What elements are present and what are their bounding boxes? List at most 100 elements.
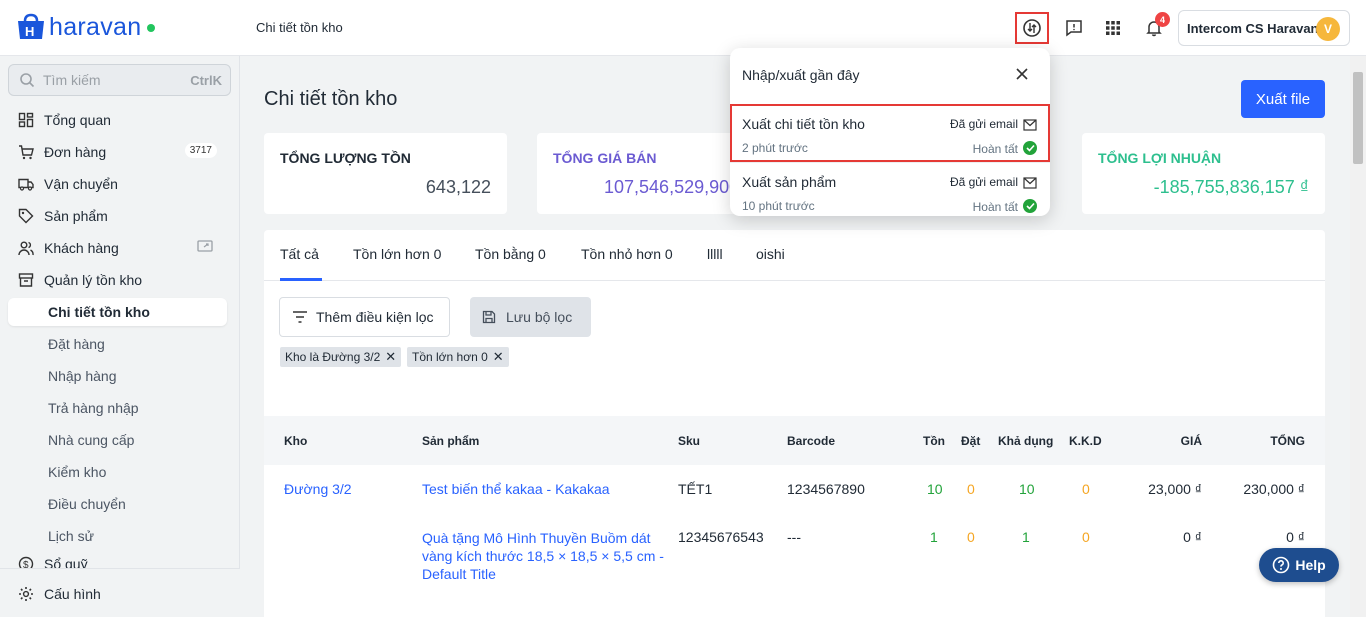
external-screen-icon[interactable] (197, 240, 213, 257)
sidebar-item-label: Quản lý tồn kho (44, 272, 143, 288)
scrollbar[interactable] (1350, 56, 1366, 617)
tab-stock-positive[interactable]: Tồn lớn hơn 0 (353, 246, 441, 262)
notification-badge: 4 (1155, 12, 1170, 27)
stat-card-total-profit: TỔNG LỢI NHUẬN -185,755,836,157 ₫ (1082, 133, 1325, 214)
card-label: TỔNG LƯỢNG TỒN (280, 150, 411, 166)
save-filter-button[interactable]: Lưu bộ lọc (470, 297, 591, 337)
sidebar-item-label: Cấu hình (44, 586, 101, 602)
stat-card-total-stock: TỔNG LƯỢNG TỒN 643,122 (264, 133, 507, 214)
sidebar-item-overview[interactable]: Tổng quan (8, 106, 227, 134)
stat-card-total-price: TỔNG GIÁ BÁN 107,546,529,900 (537, 133, 737, 214)
haravan-logo[interactable]: H haravan (15, 12, 156, 42)
product-link[interactable]: Quà tặng Mô Hình Thuyền Buồm dát vàng kí… (422, 529, 667, 583)
active-tab-indicator (280, 278, 322, 281)
search-input[interactable]: Tìm kiếm CtrlK (8, 64, 231, 96)
svg-text:H: H (25, 24, 34, 39)
apps-grid-icon[interactable] (1099, 14, 1127, 42)
column-header[interactable]: GIÁ (1181, 434, 1202, 448)
haravan-logo-icon: H (15, 12, 47, 42)
column-header[interactable]: K.K.D (1069, 434, 1102, 448)
avatar: V (1316, 17, 1340, 41)
sidebar-subitem-stocktake[interactable]: Kiểm kho (8, 458, 227, 486)
column-header[interactable]: Sku (678, 434, 700, 448)
price-cell: 0 ₫ (1183, 529, 1202, 545)
column-header[interactable]: Sản phẩm (422, 434, 479, 448)
warehouse-link[interactable]: Đường 3/2 (284, 481, 352, 497)
tab-stock-negative[interactable]: Tồn nhỏ hơn 0 (581, 246, 673, 262)
filter-chip-label: Kho là Đường 3/2 (285, 350, 381, 364)
column-header[interactable]: Barcode (787, 434, 835, 448)
sidebar-item-products[interactable]: Sản phẩm (8, 202, 227, 230)
tab-custom-1[interactable]: lllll (707, 246, 723, 262)
sidebar-subitem-history[interactable]: Lịch sử (8, 522, 227, 550)
scrollbar-thumb[interactable] (1353, 72, 1363, 164)
breadcrumb-title: Chi tiết tồn kho (256, 20, 343, 35)
column-header[interactable]: TỔNG (1270, 434, 1305, 448)
sidebar-item-shipping[interactable]: Vận chuyển (8, 170, 227, 198)
gear-icon (18, 586, 34, 602)
export-job-item[interactable]: Xuất sản phẩm 10 phút trước Đã gửi email… (730, 162, 1050, 220)
page-title: Chi tiết tồn kho (264, 88, 398, 110)
inventory-icon (18, 272, 34, 288)
feedback-icon[interactable] (1060, 14, 1088, 42)
orders-count-badge: 3717 (184, 143, 217, 158)
sidebar-subitem-return[interactable]: Trả hàng nhập (8, 394, 227, 422)
sidebar-item-label: Đơn hàng (44, 144, 107, 160)
mail-icon (1023, 176, 1037, 192)
save-icon (482, 310, 496, 324)
column-header[interactable]: Đặt (961, 434, 980, 448)
close-icon[interactable]: ✕ (385, 349, 396, 365)
export-file-button[interactable]: Xuất file (1241, 80, 1325, 118)
tab-stock-zero[interactable]: Tồn bằng 0 (475, 246, 546, 262)
tab-all[interactable]: Tất cả (280, 246, 319, 262)
sidebar-subitem-receive[interactable]: Nhập hàng (8, 362, 227, 390)
highlight-box (1015, 12, 1049, 44)
unavailable-cell: 0 (1082, 481, 1090, 497)
add-filter-label: Thêm điều kiện lọc (316, 309, 434, 325)
filter-chip: Kho là Đường 3/2 ✕ (280, 347, 402, 367)
card-value: 643,122 (425, 177, 491, 197)
sidebar-item-orders[interactable]: Đơn hàng 3717 (8, 138, 227, 166)
close-icon[interactable] (1014, 66, 1030, 82)
sidebar-item-label: Sản phẩm (44, 208, 108, 224)
column-header[interactable]: Tồn (923, 434, 945, 448)
sidebar-item-settings[interactable]: Cấu hình (8, 580, 227, 608)
help-button[interactable]: Help (1259, 548, 1339, 582)
inventory-panel: Tất cả Tồn lớn hơn 0 Tồn bằng 0 Tồn nhỏ … (264, 230, 1325, 617)
available-cell: 10 (1019, 481, 1035, 497)
card-label: TỔNG LỢI NHUẬN (1098, 150, 1222, 166)
sidebar-item-label: Vận chuyển (44, 176, 118, 192)
user-menu[interactable]: Intercom CS Haravan V (1178, 10, 1350, 46)
close-icon[interactable]: ✕ (493, 349, 504, 365)
save-filter-label: Lưu bộ lọc (506, 309, 573, 325)
sidebar-subitem-transfer[interactable]: Điều chuyển (8, 490, 227, 518)
total-cell: 0 ₫ (1286, 529, 1305, 545)
sidebar-subitem-purchase-order[interactable]: Đặt hàng (8, 330, 227, 358)
user-name: Intercom CS Haravan (1187, 20, 1319, 36)
truck-icon (18, 176, 34, 192)
ordered-cell: 0 (967, 481, 975, 497)
check-circle-icon (1023, 199, 1037, 213)
product-link[interactable]: Test biến thể kakaa - Kakakaa (422, 481, 610, 497)
search-icon (20, 73, 35, 88)
total-cell: 230,000 ₫ (1243, 481, 1305, 497)
sidebar-item-inventory[interactable]: Quản lý tồn kho (8, 266, 227, 294)
stock-cell: 1 (930, 529, 938, 545)
tabs-bar: Tất cả Tồn lớn hơn 0 Tồn bằng 0 Tồn nhỏ … (264, 230, 1325, 281)
sku-cell: TẾT1 (678, 481, 713, 497)
sku-cell: 12345676543 (678, 529, 764, 545)
search-placeholder: Tìm kiếm (43, 72, 101, 88)
search-shortcut: CtrlK (190, 73, 222, 88)
brand-name: haravan (49, 12, 142, 41)
column-header[interactable]: Khả dụng (998, 434, 1053, 448)
add-filter-button[interactable]: Thêm điều kiện lọc (279, 297, 450, 337)
job-name: Xuất sản phẩm (742, 174, 837, 190)
sidebar-item-customers[interactable]: Khách hàng (8, 234, 227, 262)
sidebar-subitem-suppliers[interactable]: Nhà cung cấp (8, 426, 227, 454)
question-icon (1273, 556, 1290, 574)
tab-custom-2[interactable]: oishi (756, 246, 785, 262)
sidebar-subitem-inventory-detail[interactable]: Chi tiết tồn kho (8, 298, 227, 326)
column-header[interactable]: Kho (284, 434, 307, 448)
sidebar-item-label: Tổng quan (44, 112, 111, 128)
barcode-cell: 1234567890 (787, 481, 865, 497)
